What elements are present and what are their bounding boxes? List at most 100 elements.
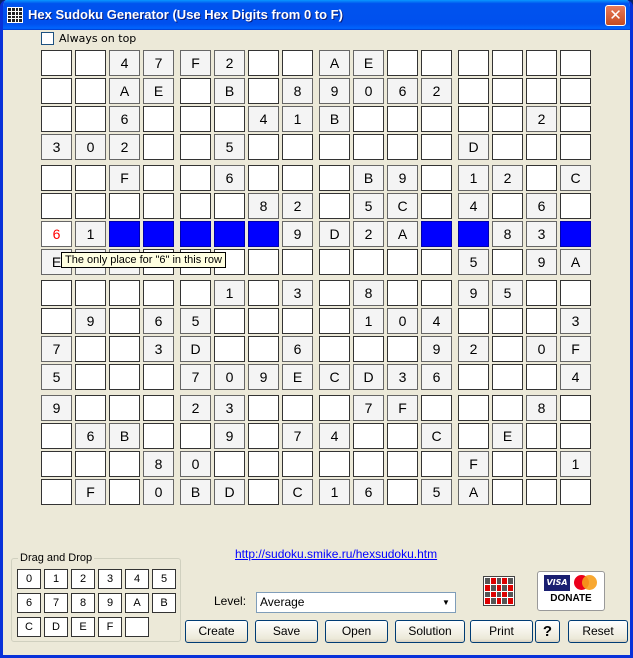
grid-cell[interactable] <box>492 78 523 104</box>
grid-cell[interactable] <box>492 50 523 76</box>
grid-cell[interactable]: 2 <box>492 165 523 191</box>
grid-cell[interactable] <box>41 78 72 104</box>
grid-cell[interactable] <box>458 221 489 247</box>
grid-cell[interactable] <box>282 395 313 421</box>
grid-cell[interactable]: B <box>180 479 211 505</box>
print-button[interactable]: Print <box>470 620 533 643</box>
help-button[interactable]: ? <box>535 620 560 643</box>
grid-cell[interactable]: 8 <box>353 280 384 306</box>
grid-cell[interactable] <box>492 193 523 219</box>
grid-cell[interactable]: 5 <box>214 134 245 160</box>
grid-cell[interactable] <box>248 308 279 334</box>
save-button[interactable]: Save <box>255 620 318 643</box>
digit-tile[interactable]: 2 <box>71 569 95 589</box>
grid-cell[interactable] <box>75 193 106 219</box>
grid-cell[interactable]: B <box>214 78 245 104</box>
grid-cell[interactable]: D <box>458 134 489 160</box>
grid-cell[interactable] <box>319 249 350 275</box>
grid-cell[interactable] <box>387 280 418 306</box>
grid-cell[interactable] <box>41 308 72 334</box>
grid-cell[interactable]: 6 <box>143 308 174 334</box>
digit-tile[interactable]: F <box>98 617 122 637</box>
grid-cell[interactable]: 4 <box>560 364 591 390</box>
grid-cell[interactable]: F <box>75 479 106 505</box>
grid-cell[interactable]: 7 <box>180 364 211 390</box>
grid-cell[interactable] <box>560 106 591 132</box>
grid-cell[interactable] <box>387 423 418 449</box>
grid-cell[interactable]: 5 <box>458 249 489 275</box>
grid-cell[interactable] <box>421 280 452 306</box>
grid-cell[interactable] <box>282 451 313 477</box>
grid-cell[interactable]: 7 <box>282 423 313 449</box>
grid-cell[interactable]: 5 <box>353 193 384 219</box>
grid-cell[interactable] <box>492 364 523 390</box>
digit-tile[interactable]: C <box>17 617 41 637</box>
grid-cell[interactable]: 6 <box>282 336 313 362</box>
grid-cell[interactable]: A <box>560 249 591 275</box>
grid-cell[interactable] <box>492 134 523 160</box>
grid-cell[interactable] <box>41 165 72 191</box>
grid-cell[interactable]: 0 <box>526 336 557 362</box>
grid-cell[interactable]: A <box>109 78 140 104</box>
grid-cell[interactable] <box>180 193 211 219</box>
grid-cell[interactable]: 9 <box>282 221 313 247</box>
grid-cell[interactable]: 2 <box>214 50 245 76</box>
grid-cell[interactable]: 9 <box>387 165 418 191</box>
grid-cell[interactable]: 9 <box>41 395 72 421</box>
grid-cell[interactable]: 5 <box>41 364 72 390</box>
close-button[interactable]: ✕ <box>605 5 626 26</box>
grid-cell[interactable] <box>458 364 489 390</box>
grid-cell[interactable]: 7 <box>353 395 384 421</box>
grid-cell[interactable]: 4 <box>109 50 140 76</box>
grid-cell[interactable]: 9 <box>421 336 452 362</box>
grid-cell[interactable] <box>248 78 279 104</box>
digit-tile[interactable]: E <box>71 617 95 637</box>
grid-cell[interactable]: 4 <box>248 106 279 132</box>
grid-cell[interactable] <box>41 423 72 449</box>
grid-cell[interactable]: A <box>319 50 350 76</box>
grid-cell[interactable]: 6 <box>421 364 452 390</box>
grid-cell[interactable] <box>492 106 523 132</box>
grid-cell[interactable]: C <box>319 364 350 390</box>
digit-tile[interactable]: D <box>44 617 68 637</box>
grid-cell[interactable] <box>214 106 245 132</box>
grid-cell[interactable] <box>75 280 106 306</box>
grid-cell[interactable]: E <box>492 423 523 449</box>
grid-cell[interactable]: D <box>180 336 211 362</box>
grid-cell[interactable] <box>387 249 418 275</box>
digit-tile[interactable]: 6 <box>17 593 41 613</box>
grid-cell[interactable]: B <box>353 165 384 191</box>
create-button[interactable]: Create <box>185 620 248 643</box>
grid-cell[interactable] <box>143 395 174 421</box>
grid-cell[interactable] <box>180 280 211 306</box>
grid-cell[interactable] <box>41 50 72 76</box>
grid-cell[interactable] <box>109 451 140 477</box>
digit-tile[interactable]: 9 <box>98 593 122 613</box>
grid-cell[interactable]: 9 <box>458 280 489 306</box>
grid-cell[interactable]: 9 <box>75 308 106 334</box>
grid-cell[interactable] <box>109 479 140 505</box>
grid-cell[interactable] <box>526 50 557 76</box>
grid-cell[interactable] <box>180 78 211 104</box>
grid-cell[interactable] <box>526 78 557 104</box>
grid-cell[interactable] <box>41 106 72 132</box>
grid-cell[interactable] <box>421 50 452 76</box>
grid-cell[interactable]: 8 <box>526 395 557 421</box>
grid-cell[interactable] <box>319 308 350 334</box>
grid-cell[interactable]: E <box>143 78 174 104</box>
grid-cell[interactable] <box>248 249 279 275</box>
grid-cell[interactable] <box>560 78 591 104</box>
grid-cell[interactable] <box>75 395 106 421</box>
grid-cell[interactable]: 6 <box>41 221 72 247</box>
grid-cell[interactable] <box>526 364 557 390</box>
solution-button[interactable]: Solution <box>395 620 465 643</box>
grid-cell[interactable]: 4 <box>458 193 489 219</box>
grid-cell[interactable]: 3 <box>143 336 174 362</box>
grid-cell[interactable] <box>526 423 557 449</box>
grid-cell[interactable]: 3 <box>214 395 245 421</box>
grid-cell[interactable] <box>75 50 106 76</box>
title-bar[interactable]: Hex Sudoku Generator (Use Hex Digits fro… <box>3 0 630 30</box>
grid-cell[interactable]: 2 <box>458 336 489 362</box>
grid-cell[interactable]: 1 <box>282 106 313 132</box>
grid-cell[interactable]: F <box>458 451 489 477</box>
